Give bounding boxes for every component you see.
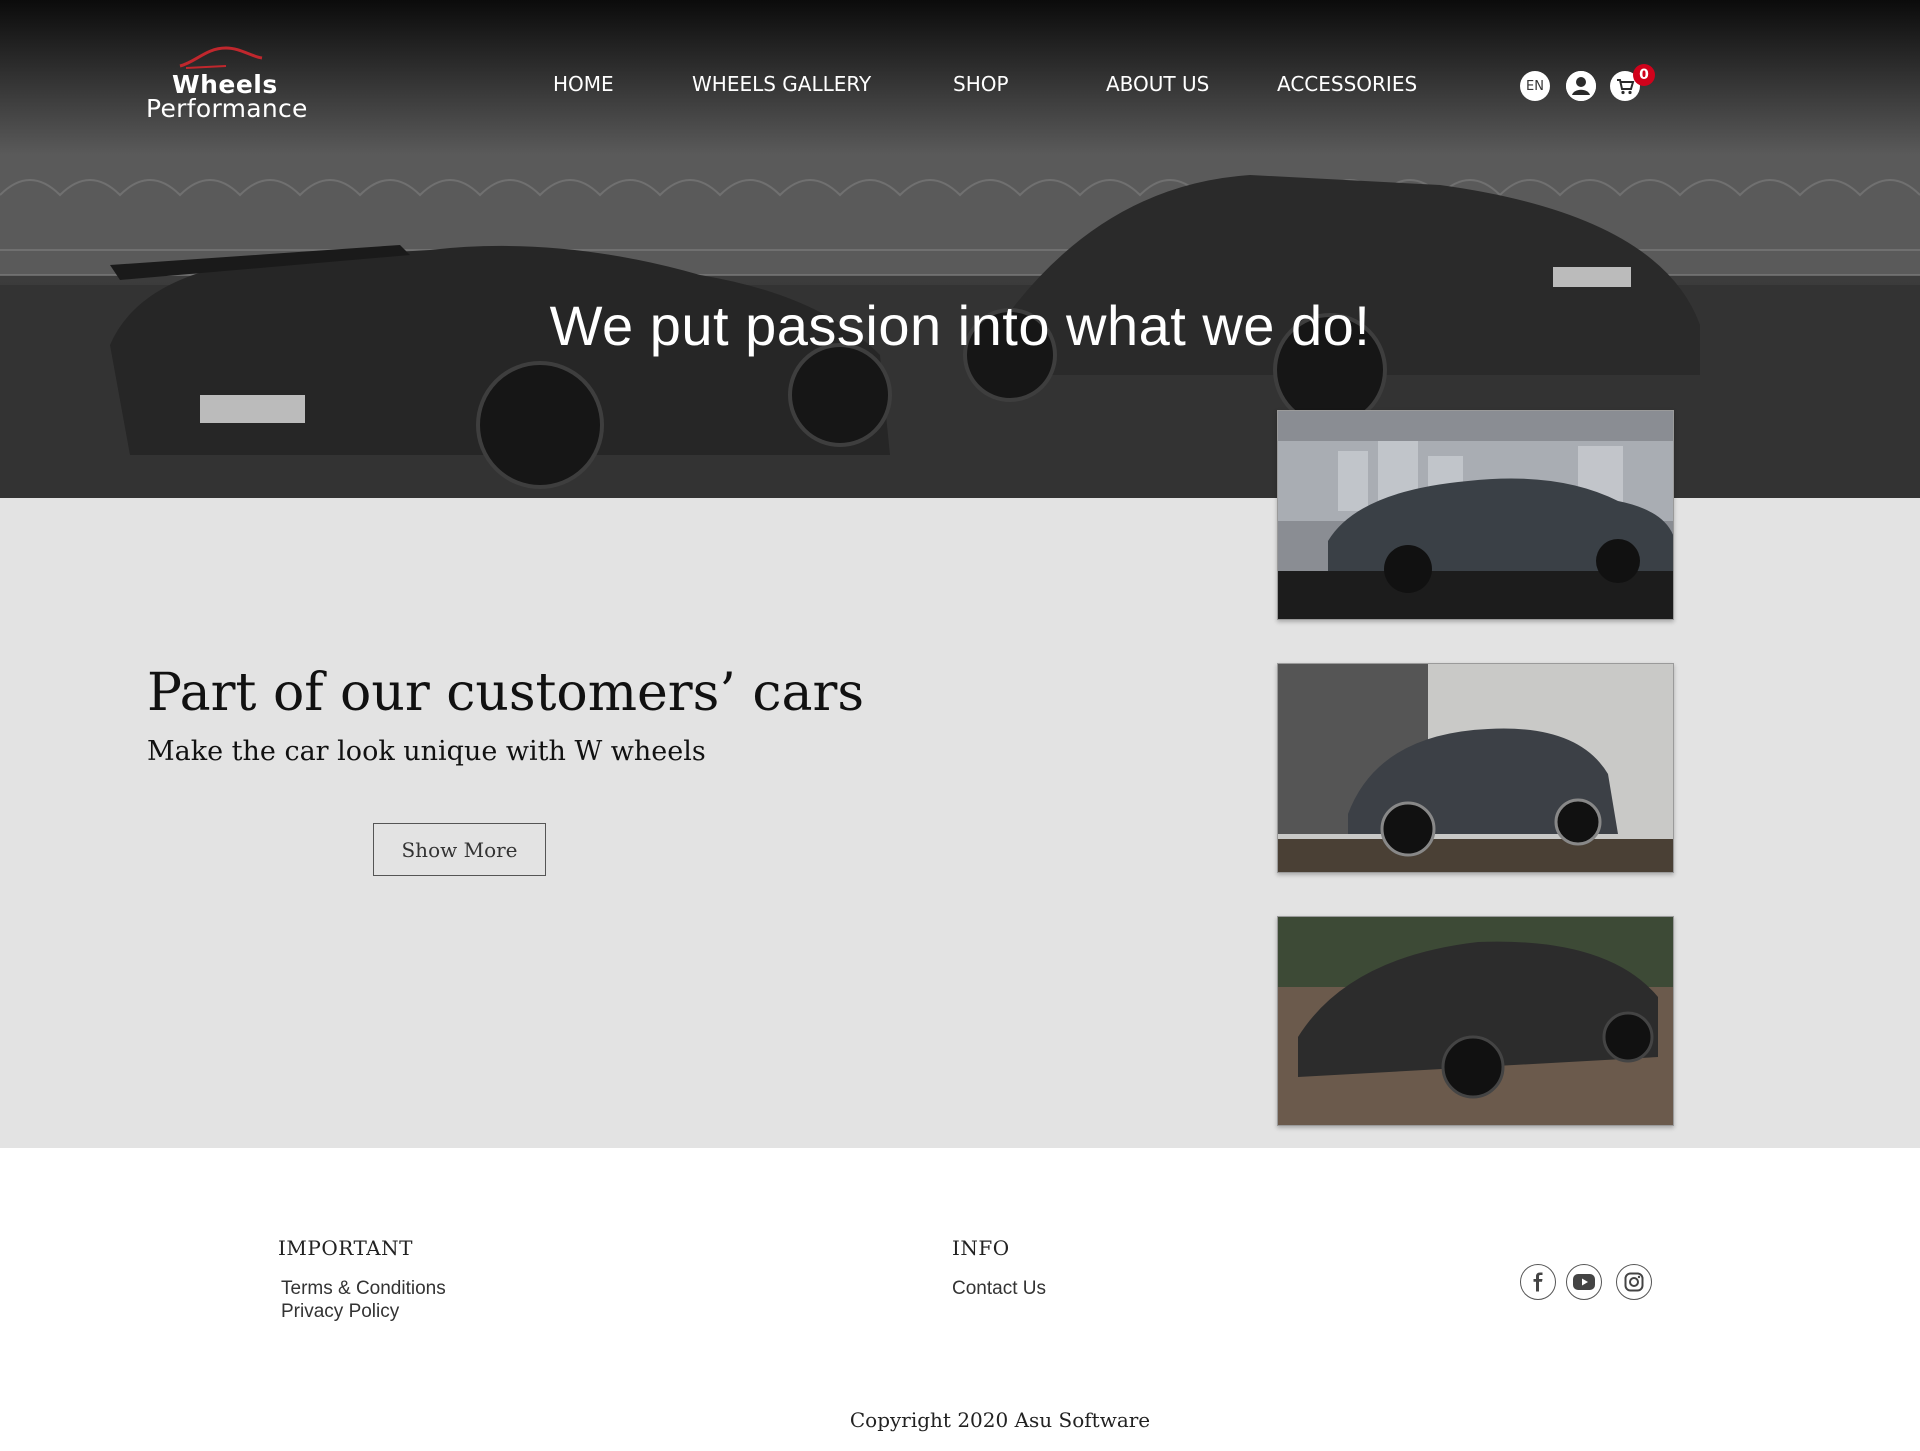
youtube-button[interactable]	[1566, 1264, 1602, 1300]
hero-title: We put passion into what we do!	[549, 294, 1371, 357]
user-icon	[1566, 71, 1596, 101]
nav-home[interactable]: HOME	[553, 72, 614, 96]
show-more-button[interactable]: Show More	[373, 823, 546, 876]
nav-accessories[interactable]: ACCESSORIES	[1277, 72, 1417, 96]
nav-shop[interactable]: SHOP	[953, 72, 1009, 96]
logo-wordmark-bottom: Performance	[146, 94, 308, 123]
car-photo-audi[interactable]	[1277, 663, 1674, 873]
instagram-button[interactable]	[1616, 1264, 1652, 1300]
footer-info-heading: INFO	[952, 1236, 1010, 1260]
nav-wheels-gallery[interactable]: WHEELS GALLERY	[692, 72, 871, 96]
car-photo-bmw[interactable]	[1277, 410, 1674, 620]
language-label: EN	[1526, 78, 1544, 94]
language-button[interactable]: EN	[1520, 71, 1550, 101]
copyright-text: Copyright 2020 Asu Software	[849, 1408, 1151, 1432]
site-header: Wheels Performance HOME WHEELS GALLERY S…	[0, 0, 1920, 155]
nav-about-us[interactable]: ABOUT US	[1106, 72, 1209, 96]
cart-count-badge: 0	[1633, 64, 1655, 86]
privacy-link[interactable]: Privacy Policy	[281, 1301, 399, 1323]
terms-link[interactable]: Terms & Conditions	[281, 1278, 446, 1300]
instagram-icon	[1624, 1272, 1644, 1292]
section-subheading: Make the car look unique with W wheels	[147, 736, 706, 767]
logo-car-icon	[179, 46, 263, 69]
youtube-icon	[1573, 1274, 1595, 1290]
user-button[interactable]	[1566, 71, 1596, 101]
cart-icon	[1617, 79, 1635, 95]
section-heading: Part of our customers’ cars	[147, 663, 865, 723]
logo[interactable]: Wheels Performance	[146, 44, 307, 123]
site-footer: IMPORTANT Terms & Conditions Privacy Pol…	[0, 1148, 1920, 1451]
car-photo-mercedes[interactable]	[1277, 916, 1674, 1126]
footer-important-heading: IMPORTANT	[278, 1236, 413, 1260]
facebook-button[interactable]	[1520, 1264, 1556, 1300]
facebook-icon	[1533, 1272, 1543, 1292]
contact-link[interactable]: Contact Us	[952, 1278, 1046, 1300]
